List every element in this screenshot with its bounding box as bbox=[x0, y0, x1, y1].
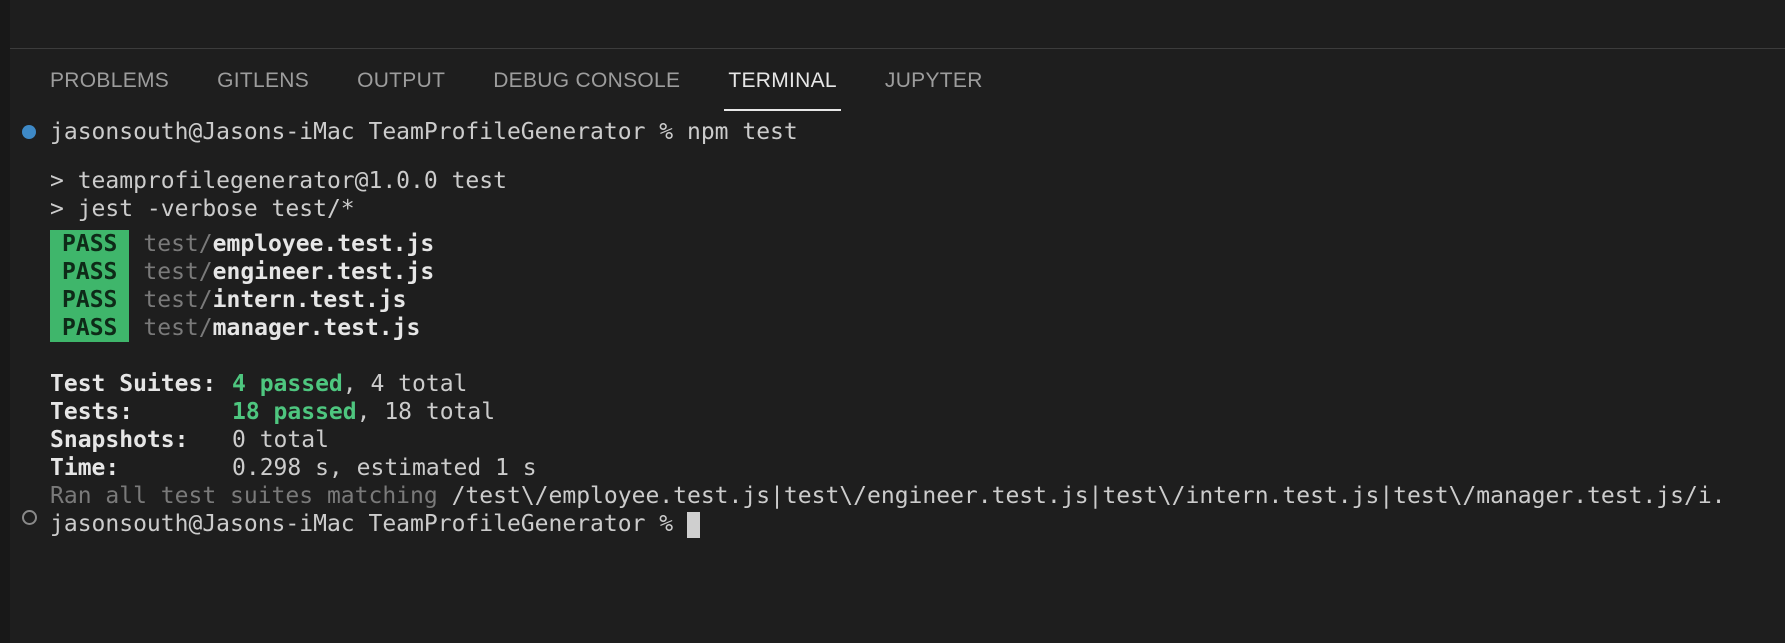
summary-label: Test Suites: bbox=[50, 371, 217, 397]
prompt-line-current: jasonsouth@Jasons-iMac TeamProfileGenera… bbox=[50, 510, 700, 538]
activity-edge bbox=[0, 0, 10, 643]
test-file-name: engineer.test.js bbox=[212, 259, 435, 285]
summary-value: 0 total bbox=[232, 427, 329, 453]
test-path-prefix: test/ bbox=[143, 287, 213, 313]
pass-badge: PASS bbox=[50, 258, 130, 286]
ran-line: Ran all test suites matching /test\/empl… bbox=[50, 482, 1726, 510]
tab-terminal[interactable]: TERMINAL bbox=[724, 49, 841, 113]
summary-tests: Tests: 18 passed, 18 total bbox=[50, 398, 495, 426]
test-file-name: manager.test.js bbox=[212, 315, 421, 341]
terminal-cursor bbox=[686, 511, 700, 538]
test-result-row: PASS test/intern.test.js bbox=[50, 286, 407, 314]
test-result-row: PASS test/engineer.test.js bbox=[50, 258, 434, 286]
test-file-name: employee.test.js bbox=[212, 231, 435, 257]
terminal-output[interactable]: jasonsouth@Jasons-iMac TeamProfileGenera… bbox=[10, 118, 1775, 628]
prompt-status-dot-icon[interactable] bbox=[22, 510, 37, 525]
panel-tabs: PROBLEMS GITLENS OUTPUT DEBUG CONSOLE TE… bbox=[10, 49, 1785, 113]
tab-output[interactable]: OUTPUT bbox=[353, 49, 449, 113]
summary-passed: 4 passed bbox=[232, 371, 343, 397]
test-result-row: PASS test/manager.test.js bbox=[50, 314, 420, 342]
summary-total: , 18 total bbox=[356, 399, 496, 425]
editor-area bbox=[10, 0, 1785, 48]
summary-passed: 18 passed bbox=[232, 399, 357, 425]
test-path-prefix: test/ bbox=[143, 315, 213, 341]
prompt-line: jasonsouth@Jasons-iMac TeamProfileGenera… bbox=[50, 119, 798, 145]
summary-snapshots: Snapshots: 0 total bbox=[50, 426, 329, 454]
test-result-row: PASS test/employee.test.js bbox=[50, 230, 434, 258]
pass-badge: PASS bbox=[50, 286, 130, 314]
ran-pattern: /test\/employee.test.js|test\/engineer.t… bbox=[451, 483, 1726, 509]
script-line: > teamprofilegenerator@1.0.0 test bbox=[50, 168, 507, 194]
summary-label: Tests: bbox=[50, 399, 134, 425]
summary-suites: Test Suites: 4 passed, 4 total bbox=[50, 370, 467, 398]
summary-label: Snapshots: bbox=[50, 427, 189, 453]
tab-jupyter[interactable]: JUPYTER bbox=[881, 49, 987, 113]
command-success-dot-icon[interactable] bbox=[22, 125, 36, 139]
summary-value: 0.298 s, estimated 1 s bbox=[232, 455, 537, 481]
tab-problems[interactable]: PROBLEMS bbox=[46, 49, 173, 113]
test-file-name: intern.test.js bbox=[212, 287, 407, 313]
summary-total: , 4 total bbox=[342, 371, 468, 397]
test-path-prefix: test/ bbox=[143, 259, 213, 285]
vscode-panel: PROBLEMS GITLENS OUTPUT DEBUG CONSOLE TE… bbox=[0, 0, 1785, 643]
pass-badge: PASS bbox=[50, 230, 130, 258]
summary-label: Time: bbox=[50, 455, 120, 481]
tab-gitlens[interactable]: GITLENS bbox=[213, 49, 313, 113]
summary-time: Time: 0.298 s, estimated 1 s bbox=[50, 454, 537, 482]
ran-prefix: Ran all test suites matching bbox=[50, 483, 452, 509]
tab-debug-console[interactable]: DEBUG CONSOLE bbox=[489, 49, 684, 113]
script-line: > jest -verbose test/* bbox=[50, 196, 355, 222]
prompt-text: jasonsouth@Jasons-iMac TeamProfileGenera… bbox=[50, 511, 687, 537]
pass-badge: PASS bbox=[50, 314, 130, 342]
test-path-prefix: test/ bbox=[143, 231, 213, 257]
